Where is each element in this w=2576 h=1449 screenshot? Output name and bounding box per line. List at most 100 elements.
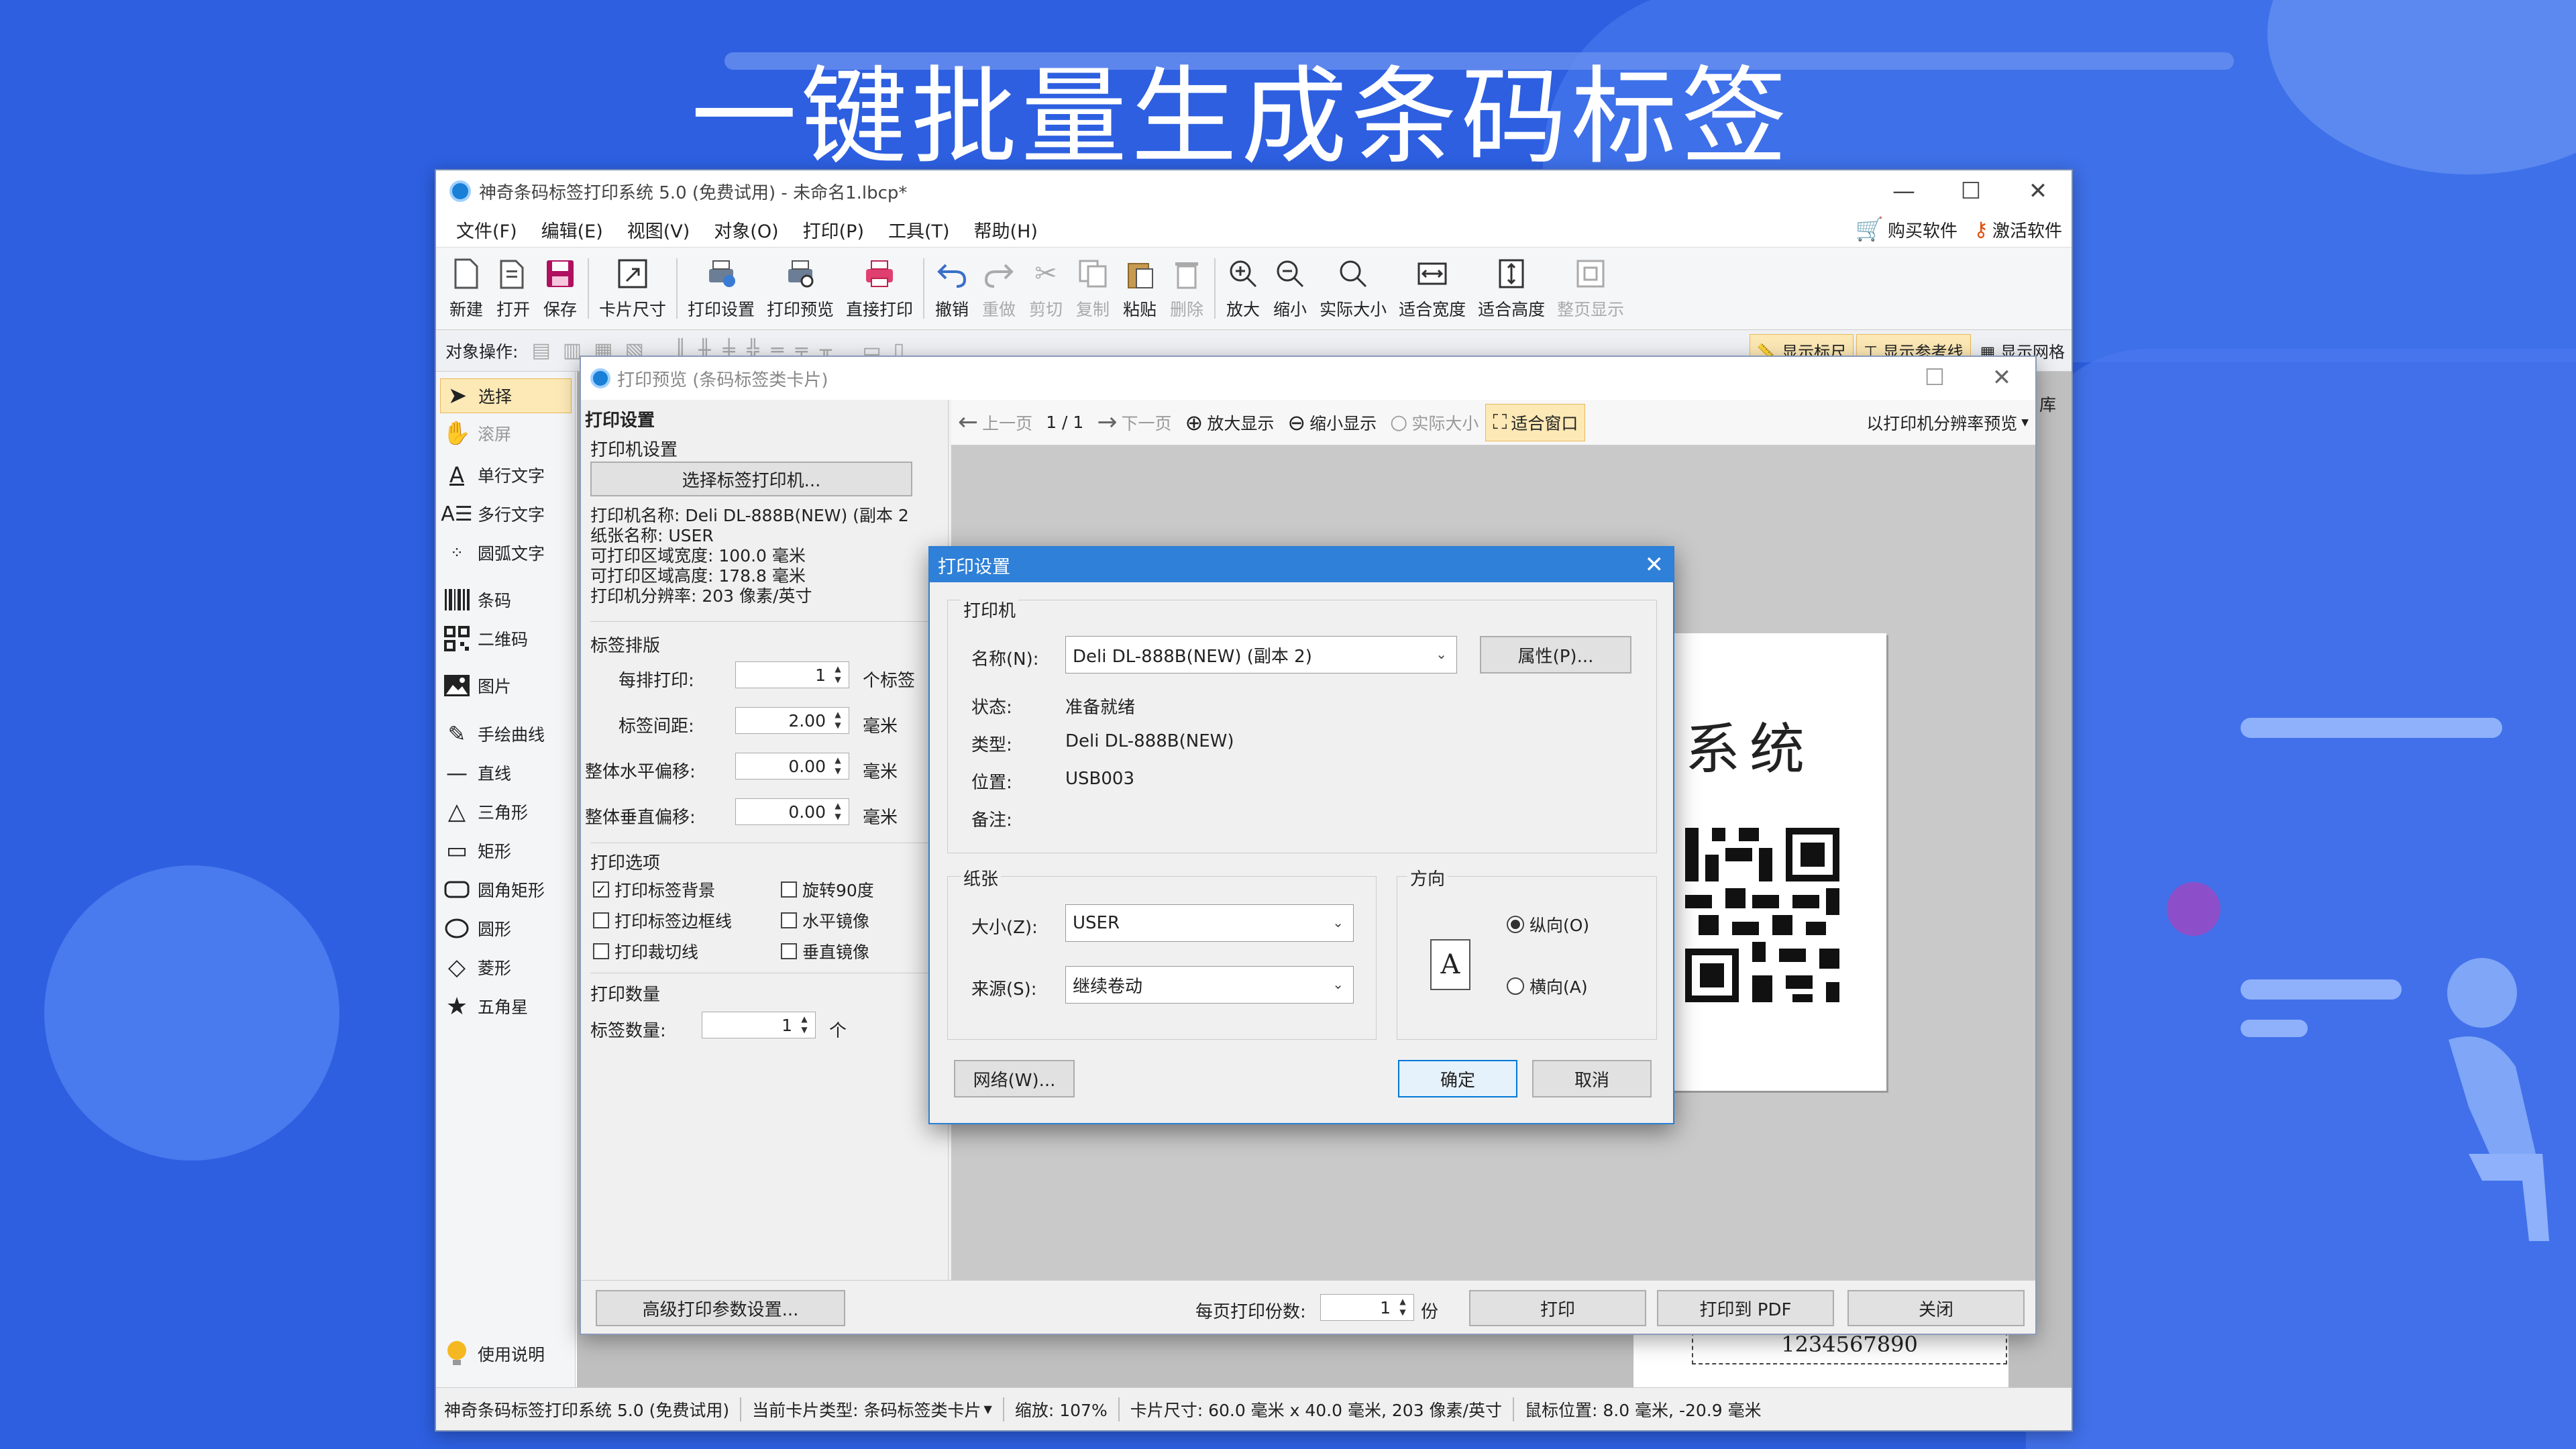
toolbar-actual-size-button[interactable]: 实际大小 <box>1313 252 1393 325</box>
toolbar-save-button[interactable]: 保存 <box>537 252 584 325</box>
printer-name-select[interactable]: Deli DL-888B(NEW) (副本 2) ⌄ <box>1065 636 1457 674</box>
landscape-radio[interactable]: 横向(A) <box>1507 974 1588 998</box>
toolbar-copy-button[interactable]: 复制 <box>1069 252 1116 325</box>
print-to-pdf-button[interactable]: 打印到 PDF <box>1657 1290 1834 1326</box>
quantity-input[interactable]: 1 ▲ ▼ <box>702 1012 816 1038</box>
spinner-arrows-icon[interactable]: ▲ ▼ <box>830 755 846 777</box>
mirror-horizontal-checkbox[interactable]: 水平镜像 <box>781 908 869 932</box>
ok-button[interactable]: 确定 <box>1398 1060 1517 1097</box>
tool-scroll[interactable]: ✋ 滚屏 <box>440 416 572 451</box>
tool-triangle[interactable]: △ 三角形 <box>440 794 572 829</box>
portrait-radio[interactable]: 纵向(O) <box>1507 912 1589 936</box>
resolution-preview-dropdown[interactable]: 以打印机分辨率预览 ▼ <box>1860 404 2035 441</box>
copies-value: 1 <box>1380 1297 1391 1318</box>
per-row-input[interactable]: 1 ▲ ▼ <box>735 661 849 688</box>
toolbar-print-preview-button[interactable]: 打印预览 <box>761 252 840 325</box>
menu-tools[interactable]: 工具(T) <box>876 217 962 243</box>
tool-barcode[interactable]: 条码 <box>440 582 572 617</box>
menu-help[interactable]: 帮助(H) <box>962 217 1050 243</box>
spinner-arrows-icon[interactable]: ▲ ▼ <box>830 800 846 823</box>
status-card-type[interactable]: 当前卡片类型: 条码标签类卡片 <box>752 1397 981 1421</box>
spinner-arrows-icon[interactable]: ▲ ▼ <box>830 709 846 732</box>
v-offset-input[interactable]: 0.00 ▲ ▼ <box>735 798 849 825</box>
toolbar-zoom-out-button[interactable]: 缩小 <box>1267 252 1313 325</box>
spinner-arrows-icon[interactable]: ▲ ▼ <box>830 663 846 686</box>
toolbar-fit-height-button[interactable]: 适合高度 <box>1472 252 1551 325</box>
type-value: Deli DL-888B(NEW) <box>1065 731 1234 751</box>
toolbar-direct-print-button[interactable]: 直接打印 <box>840 252 919 325</box>
prev-page-button[interactable]: ← 上一页 <box>951 404 1039 441</box>
dialog-close-icon[interactable]: ✕ <box>1645 551 1664 578</box>
toolbar-cut-button[interactable]: ✂ 剪切 <box>1022 252 1069 325</box>
tool-star[interactable]: ★ 五角星 <box>440 989 572 1024</box>
page-indicator: 1 / 1 <box>1046 413 1084 432</box>
next-page-button[interactable]: → 下一页 <box>1090 404 1178 441</box>
tool-qrcode[interactable]: 二维码 <box>440 621 572 656</box>
tool-rounded-rectangle[interactable]: 圆角矩形 <box>440 872 572 907</box>
printer-info-name: 打印机名称: Deli DL-888B(NEW) (副本 2 <box>590 506 909 525</box>
h-offset-input[interactable]: 0.00 ▲ ▼ <box>735 753 849 780</box>
help-button[interactable]: 使用说明 <box>440 1336 572 1371</box>
print-settings-panel: 打印设置 打印机设置 选择标签打印机... 打印机名称: Deli DL-888… <box>581 400 949 1283</box>
tool-single-line-text-label: 单行文字 <box>478 466 545 486</box>
print-cut-line-checkbox[interactable]: 打印裁切线 <box>593 939 698 963</box>
spinner-arrows-icon[interactable]: ▲ ▼ <box>796 1014 812 1036</box>
print-border-checkbox[interactable]: 打印标签边框线 <box>593 908 732 932</box>
tool-select[interactable]: ➤ 选择 <box>440 378 572 413</box>
buy-software-button[interactable]: 🛒 购买软件 <box>1856 216 1957 243</box>
toolbar-fit-width-button[interactable]: 适合宽度 <box>1393 252 1472 325</box>
tool-freehand[interactable]: ✎ 手绘曲线 <box>440 716 572 751</box>
minimize-button[interactable]: — <box>1870 170 1937 212</box>
print-background-checkbox[interactable]: ✓ 打印标签背景 <box>593 877 715 902</box>
toolbar-print-settings-button[interactable]: 打印设置 <box>682 252 761 325</box>
activate-software-button[interactable]: ⚷ 激活软件 <box>1974 217 2062 242</box>
menu-file[interactable]: 文件(F) <box>444 217 529 243</box>
toolbar-paste-button[interactable]: 粘贴 <box>1116 252 1163 325</box>
menu-view[interactable]: 视图(V) <box>615 217 702 243</box>
copies-input[interactable]: 1 ▲ ▼ <box>1320 1294 1414 1321</box>
close-preview-button[interactable]: 关闭 <box>1847 1290 2025 1326</box>
tool-diamond[interactable]: ◇ 菱形 <box>440 950 572 985</box>
menu-print[interactable]: 打印(P) <box>791 217 876 243</box>
toolbar-full-page-button[interactable]: 整页显示 <box>1551 252 1630 325</box>
properties-button[interactable]: 属性(P)... <box>1480 636 1631 674</box>
print-button[interactable]: 打印 <box>1469 1290 1646 1326</box>
choose-printer-button[interactable]: 选择标签打印机... <box>590 462 912 496</box>
preview-actual-size-button[interactable]: ○ 实际大小 <box>1383 404 1485 441</box>
toolbar-undo-button[interactable]: 撤销 <box>928 252 975 325</box>
spinner-arrows-icon[interactable]: ▲ ▼ <box>1395 1296 1411 1319</box>
maximize-button[interactable]: ☐ <box>1937 170 2004 212</box>
spacing-input[interactable]: 2.00 ▲ ▼ <box>735 707 849 734</box>
menu-edit[interactable]: 编辑(E) <box>529 217 615 243</box>
menu-object[interactable]: 对象(O) <box>702 217 790 243</box>
tool-rectangle[interactable]: ▭ 矩形 <box>440 833 572 868</box>
advanced-settings-button[interactable]: 高级打印参数设置... <box>596 1290 845 1326</box>
toolbar-card-size-button[interactable]: 卡片尺寸 <box>593 252 672 325</box>
network-button[interactable]: 网络(W)... <box>954 1060 1075 1097</box>
paper-source-select[interactable]: 继续卷动 ⌄ <box>1065 966 1354 1004</box>
tool-arc-text[interactable]: ⁘ 圆弧文字 <box>440 535 572 570</box>
preview-zoom-in-button[interactable]: ⊕ 放大显示 <box>1179 404 1281 441</box>
preview-maximize-button[interactable]: ☐ <box>1901 357 1968 398</box>
toolbar-new-button[interactable]: 新建 <box>443 252 490 325</box>
quantity-label: 标签数量: <box>590 1021 666 1041</box>
cancel-button[interactable]: 取消 <box>1532 1060 1652 1097</box>
toolbar-open-button[interactable]: 打开 <box>490 252 537 325</box>
toolbar-zoom-in-button[interactable]: 放大 <box>1220 252 1267 325</box>
preview-fit-window-button[interactable]: ⛶ 适合窗口 <box>1485 403 1586 441</box>
preview-zoom-out-button[interactable]: ⊖ 缩小显示 <box>1281 404 1383 441</box>
toolbar-delete-button[interactable]: 删除 <box>1163 252 1210 325</box>
mirror-vertical-checkbox[interactable]: 垂直镜像 <box>781 939 869 963</box>
paper-size-select[interactable]: USER ⌄ <box>1065 904 1354 942</box>
cut-icon: ✂ <box>1034 258 1057 289</box>
tool-multi-line-text[interactable]: A☰ 多行文字 <box>440 496 572 531</box>
close-button[interactable]: ✕ <box>2004 170 2072 212</box>
preview-close-button[interactable]: ✕ <box>1968 357 2035 398</box>
tool-line[interactable]: — 直线 <box>440 755 572 790</box>
toolbar-redo-button[interactable]: 重做 <box>975 252 1022 325</box>
toolbar-save-label: 保存 <box>543 300 577 319</box>
tool-circle[interactable]: 圆形 <box>440 911 572 946</box>
tool-image[interactable]: 图片 <box>440 668 572 703</box>
rotate-90-checkbox[interactable]: 旋转90度 <box>781 877 874 902</box>
tool-single-line-text[interactable]: A 单行文字 <box>440 458 572 492</box>
